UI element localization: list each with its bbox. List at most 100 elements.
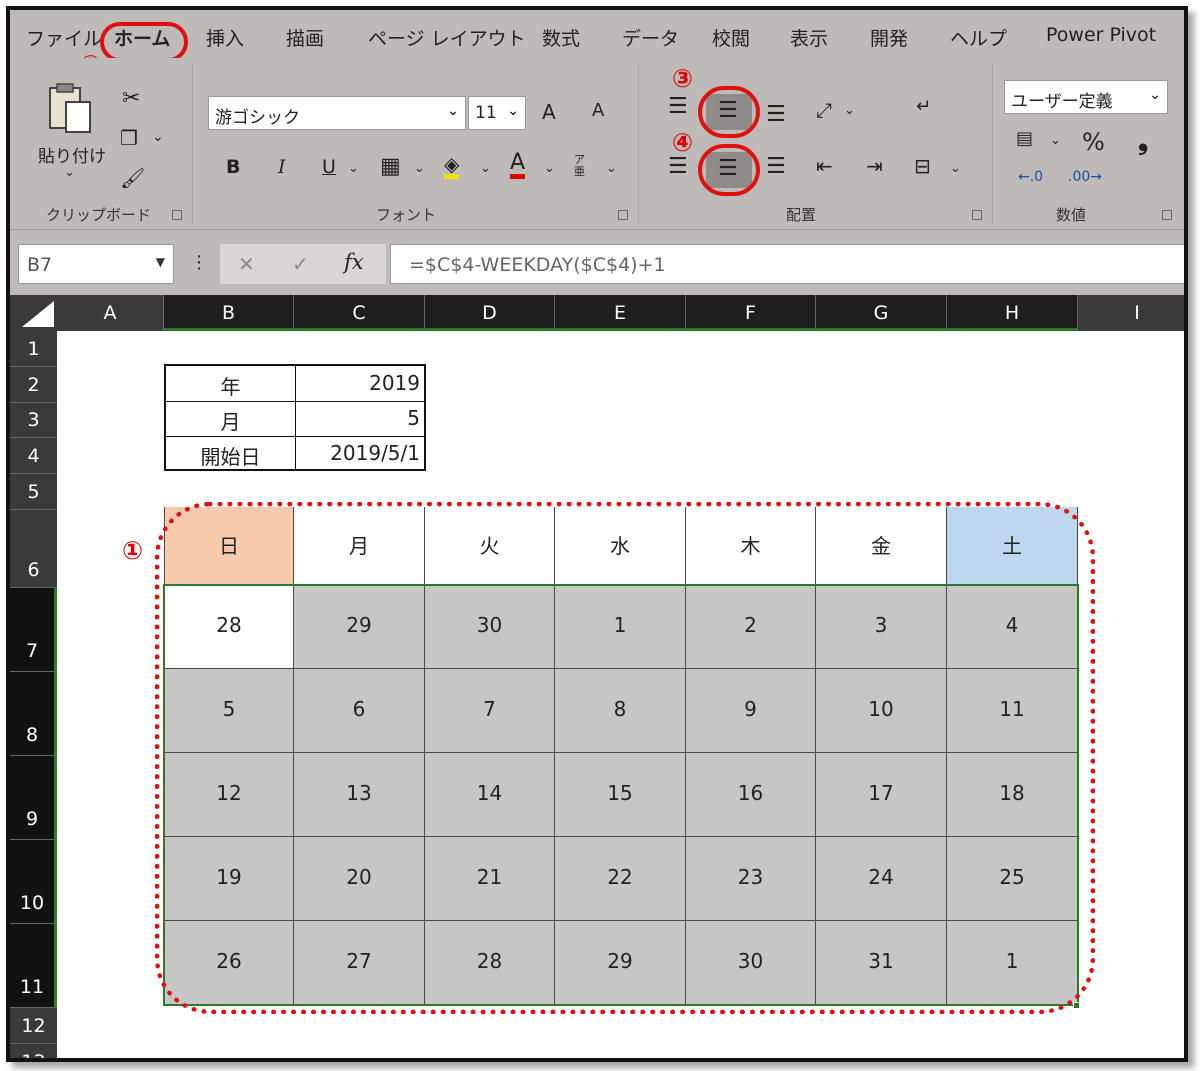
font-color-dropdown-icon[interactable]: ⌄	[544, 162, 555, 175]
calendar-day-cell[interactable]: 12	[164, 753, 294, 837]
tab-data[interactable]: データ	[622, 24, 679, 51]
alignment-dialog-launcher-icon[interactable]	[972, 210, 982, 220]
shrink-font-icon[interactable]: A	[592, 102, 604, 120]
calendar-day-cell[interactable]: 17	[816, 753, 947, 837]
row-header-3[interactable]: 3	[10, 403, 57, 438]
column-header-g[interactable]: G	[816, 295, 947, 331]
weekday-header-tue[interactable]: 火	[425, 507, 555, 585]
calendar-day-cell[interactable]: 7	[425, 669, 555, 753]
comma-button[interactable]: ❟	[1138, 126, 1148, 157]
borders-icon[interactable]: ▦	[380, 156, 401, 178]
formula-input[interactable]: =$C$4-WEEKDAY($C$4)+1	[390, 244, 1184, 284]
calendar-day-cell[interactable]: 3	[816, 585, 947, 669]
tab-help[interactable]: ヘルプ	[950, 24, 1007, 51]
fill-color-dropdown-icon[interactable]: ⌄	[480, 162, 491, 175]
merge-dropdown-icon[interactable]: ⌄	[950, 162, 961, 175]
font-size-select[interactable]: 11 ⌄	[468, 96, 526, 130]
merge-center-icon[interactable]: ⊟	[914, 156, 931, 176]
format-painter-icon[interactable]: 🖌	[120, 168, 145, 188]
column-header-d[interactable]: D	[425, 295, 555, 331]
tab-insert[interactable]: 挿入	[206, 24, 244, 51]
increase-decimal-icon[interactable]: ←.0	[1018, 170, 1043, 184]
row-header-8[interactable]: 8	[10, 672, 57, 756]
column-header-f[interactable]: F	[686, 295, 816, 331]
column-header-e[interactable]: E	[555, 295, 686, 331]
calendar-day-cell[interactable]: 26	[164, 921, 294, 1005]
start-date-value[interactable]: 2019/5/1	[296, 441, 420, 465]
tab-formulas[interactable]: 数式	[542, 24, 580, 51]
column-header-i[interactable]: I	[1078, 295, 1184, 331]
borders-dropdown-icon[interactable]: ⌄	[414, 162, 425, 175]
calendar-day-cell[interactable]: 22	[555, 837, 686, 921]
bold-button[interactable]: B	[226, 156, 240, 178]
weekday-header-sun[interactable]: 日	[164, 507, 294, 585]
tab-view[interactable]: 表示	[790, 24, 828, 51]
cut-icon[interactable]: ✂	[122, 88, 140, 110]
tab-draw[interactable]: 描画	[286, 24, 324, 51]
row-header-10[interactable]: 10	[10, 840, 57, 924]
row-header-6[interactable]: 6	[10, 510, 57, 588]
row-header-1[interactable]: 1	[10, 331, 57, 367]
clipboard-dialog-launcher-icon[interactable]	[172, 210, 182, 220]
calendar-day-cell[interactable]: 14	[425, 753, 555, 837]
orientation-dropdown-icon[interactable]: ⌄	[844, 104, 855, 117]
calendar-day-cell[interactable]: 10	[816, 669, 947, 753]
accounting-dropdown-icon[interactable]: ⌄	[1050, 134, 1061, 147]
calendar-day-cell[interactable]: 5	[164, 669, 294, 753]
weekday-header-fri[interactable]: 金	[816, 507, 947, 585]
increase-indent-icon[interactable]: ⇥	[866, 156, 883, 176]
month-value[interactable]: 5	[296, 406, 420, 430]
calendar-day-cell[interactable]: 23	[686, 837, 816, 921]
calendar-day-cell[interactable]: 29	[555, 921, 686, 1005]
cancel-icon[interactable]: ✕	[238, 252, 255, 276]
calendar-day-cell[interactable]: 28	[164, 585, 294, 669]
copy-dropdown-icon[interactable]: ⌄	[152, 130, 164, 144]
row-header-11[interactable]: 11	[10, 924, 57, 1008]
decrease-decimal-icon[interactable]: .00→	[1068, 170, 1102, 184]
weekday-header-wed[interactable]: 水	[555, 507, 686, 585]
calendar-day-cell[interactable]: 28	[425, 921, 555, 1005]
percent-button[interactable]: %	[1082, 128, 1105, 156]
year-label[interactable]: 年	[166, 371, 295, 400]
fill-color-icon[interactable]: ◈	[444, 154, 460, 179]
calendar-day-cell[interactable]: 18	[947, 753, 1078, 837]
calendar-day-cell[interactable]: 25	[947, 837, 1078, 921]
row-header-5[interactable]: 5	[10, 474, 57, 510]
calendar-day-cell[interactable]: 21	[425, 837, 555, 921]
calendar-day-cell[interactable]: 31	[816, 921, 947, 1005]
calendar-day-cell[interactable]: 4	[947, 585, 1078, 669]
number-format-select[interactable]: ユーザー定義 ⌄	[1004, 80, 1168, 114]
calendar-day-cell[interactable]: 30	[425, 585, 555, 669]
row-header-12[interactable]: 12	[10, 1008, 57, 1044]
calendar-day-cell[interactable]: 15	[555, 753, 686, 837]
calendar-day-cell[interactable]: 1	[947, 921, 1078, 1005]
align-right-icon[interactable]: ☰	[766, 156, 786, 178]
grow-font-icon[interactable]: A	[542, 102, 556, 122]
tab-power-pivot[interactable]: Power Pivot	[1046, 24, 1156, 46]
phonetic-icon[interactable]: ア亜	[574, 154, 590, 178]
font-dialog-launcher-icon[interactable]	[618, 210, 628, 220]
calendar-day-cell[interactable]: 13	[294, 753, 425, 837]
tab-file[interactable]: ファイル	[26, 24, 102, 51]
calendar-day-cell[interactable]: 24	[816, 837, 947, 921]
month-label[interactable]: 月	[166, 406, 295, 435]
orientation-icon[interactable]: ⤢	[816, 100, 832, 120]
year-value[interactable]: 2019	[296, 371, 420, 395]
calendar-day-cell[interactable]: 19	[164, 837, 294, 921]
weekday-header-mon[interactable]: 月	[294, 507, 425, 585]
insert-function-icon[interactable]: fx	[344, 250, 364, 274]
calendar-day-cell[interactable]: 9	[686, 669, 816, 753]
row-header-7[interactable]: 7	[10, 588, 57, 672]
weekday-header-sat[interactable]: 土	[947, 507, 1078, 585]
calendar-day-cell[interactable]: 2	[686, 585, 816, 669]
calendar-day-cell[interactable]: 29	[294, 585, 425, 669]
more-icon[interactable]: ⋮	[190, 254, 208, 272]
row-header-9[interactable]: 9	[10, 756, 57, 840]
name-box[interactable]: B7 ▼	[18, 244, 174, 284]
tab-developer[interactable]: 開発	[870, 24, 908, 51]
calendar-day-cell[interactable]: 16	[686, 753, 816, 837]
wrap-text-icon[interactable]: ↵	[916, 98, 931, 116]
underline-button[interactable]: U	[322, 156, 336, 178]
enter-icon[interactable]: ✓	[292, 252, 309, 276]
tab-review[interactable]: 校閲	[712, 24, 750, 51]
